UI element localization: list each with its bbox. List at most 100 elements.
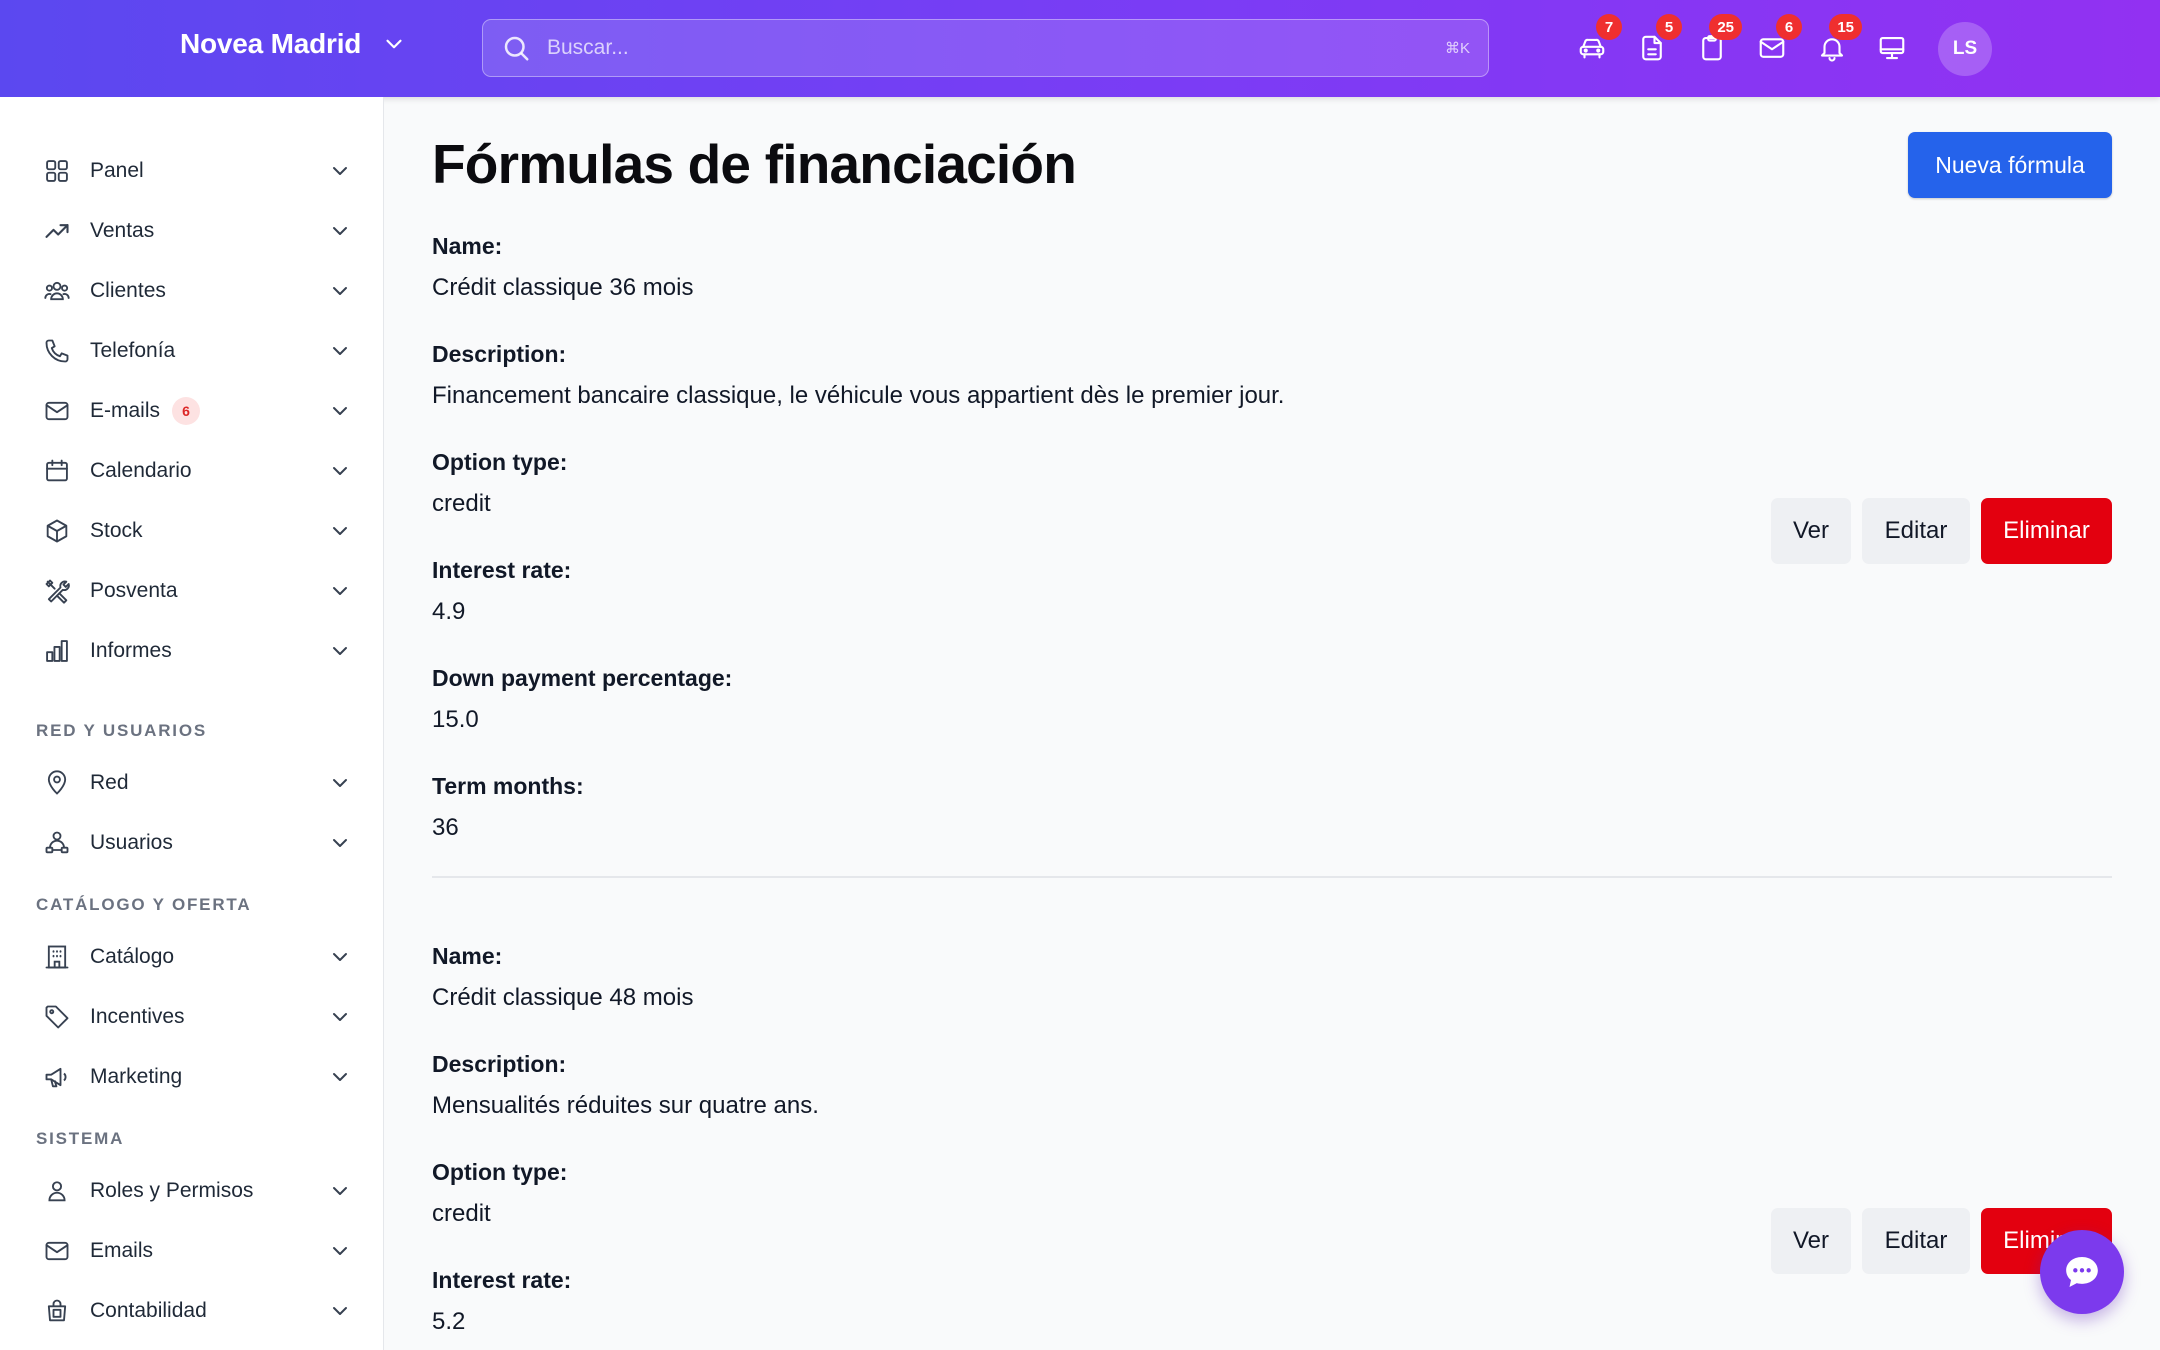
chevron-down-icon: [333, 779, 347, 787]
sidebar-item-informes[interactable]: Informes: [28, 623, 358, 679]
chevron-down-icon: [333, 467, 347, 475]
tag-icon: [42, 1002, 72, 1032]
chevron-down-icon: [333, 167, 347, 175]
delete-button[interactable]: Eliminar: [1981, 498, 2112, 564]
sidebar-item-emails[interactable]: E-mails 6: [28, 383, 358, 439]
display-button[interactable]: [1872, 28, 1912, 68]
documents-button[interactable]: 5: [1632, 14, 1682, 68]
sidebar-item-ventas[interactable]: Ventas: [28, 203, 358, 259]
sidebar-item-label: Usuarios: [90, 831, 173, 854]
field-value-description: Financement bancaire classique, le véhic…: [432, 382, 1285, 409]
sidebar-item-calendario[interactable]: Calendario: [28, 443, 358, 499]
field-value-term-months: 36: [432, 814, 459, 841]
box-icon: [42, 516, 72, 546]
chevron-down-icon: [333, 347, 347, 355]
sidebar: Panel Ventas Clientes Telefonía E-mails …: [0, 97, 384, 1350]
field-value-down-payment: 15.0: [432, 706, 479, 733]
sidebar-item-emails-system[interactable]: Emails: [28, 1223, 358, 1279]
sidebar-item-red[interactable]: Red: [28, 755, 358, 811]
sidebar-item-label: Incentives: [90, 1005, 185, 1028]
view-button[interactable]: Ver: [1771, 1208, 1851, 1274]
sidebar-item-contabilidad[interactable]: Contabilidad: [28, 1283, 358, 1339]
sidebar-item-label: Clientes: [90, 279, 166, 302]
calendar-icon: [42, 456, 72, 486]
notification-badge: 5: [1656, 14, 1682, 40]
field-label-name: Name:: [432, 943, 503, 969]
calculator-bag-icon: [42, 1296, 72, 1326]
sidebar-item-telefonia[interactable]: Telefonía: [28, 323, 358, 379]
sidebar-item-roles[interactable]: Roles y Permisos: [28, 1163, 358, 1219]
field-label-option-type: Option type:: [432, 1159, 568, 1185]
sidebar-item-panel[interactable]: Panel: [28, 143, 358, 199]
avatar[interactable]: LS: [1938, 22, 1992, 76]
section-title: CATÁLOGO Y OFERTA: [36, 895, 252, 914]
section-title: RED Y USUARIOS: [36, 721, 207, 740]
chat-bubble-icon: [2066, 1257, 2098, 1287]
chevron-down-icon: [333, 527, 347, 535]
sidebar-item-marketing[interactable]: Marketing: [28, 1049, 358, 1105]
notification-badge: 7: [1596, 14, 1622, 40]
field-label-interest-rate: Interest rate:: [432, 1267, 572, 1293]
sidebar-item-posventa[interactable]: Posventa: [28, 563, 358, 619]
sidebar-item-stock[interactable]: Stock: [28, 503, 358, 559]
sidebar-item-incentives[interactable]: Incentives: [28, 989, 358, 1045]
sidebar-item-label: Contabilidad: [90, 1299, 207, 1322]
edit-button[interactable]: Editar: [1862, 1208, 1970, 1274]
mail-icon: [42, 1236, 72, 1266]
chevron-down-icon: [333, 1307, 347, 1315]
workspace-switcher[interactable]: Novea Madrid: [180, 28, 407, 60]
sidebar-item-label: Panel: [90, 159, 144, 182]
top-header: Novea Madrid ⌘K 7 5 25 6 15 LS: [0, 0, 2160, 97]
chevron-down-icon: [333, 953, 347, 961]
sidebar-item-clientes[interactable]: Clientes: [28, 263, 358, 319]
sidebar-item-label: Stock: [90, 519, 143, 542]
edit-button[interactable]: Editar: [1862, 498, 1970, 564]
sidebar-item-label: Catálogo: [90, 945, 175, 968]
sidebar-item-label: Emails: [90, 1239, 154, 1262]
record-divider: [432, 876, 2112, 878]
field-value-interest-rate: 4.9: [432, 598, 466, 625]
view-button[interactable]: Ver: [1771, 498, 1851, 564]
chevron-down-icon: [333, 227, 347, 235]
notifications-button[interactable]: 15: [1812, 14, 1862, 68]
chevron-down-icon: [386, 39, 402, 49]
field-label-down-payment: Down payment percentage:: [432, 665, 733, 691]
mail-icon: [42, 396, 72, 426]
map-pin-icon: [42, 768, 72, 798]
field-value-name: Crédit classique 48 mois: [432, 984, 694, 1011]
field-value-interest-rate: 5.2: [432, 1308, 466, 1335]
user-network-icon: [42, 828, 72, 858]
sidebar-item-label: E-mails: [90, 399, 161, 422]
sidebar-item-label: Posventa: [90, 579, 178, 602]
sidebar-item-label: Red: [90, 771, 129, 794]
users-icon: [42, 276, 72, 306]
field-label-description: Description:: [432, 1051, 567, 1077]
field-label-option-type: Option type:: [432, 449, 568, 475]
car-button[interactable]: 7: [1572, 14, 1622, 68]
new-formula-button[interactable]: Nueva fórmula: [1908, 132, 2112, 198]
search-bar[interactable]: ⌘K: [482, 19, 1489, 77]
chevron-down-icon: [333, 1187, 347, 1195]
chat-button[interactable]: [2040, 1230, 2124, 1314]
field-label-description: Description:: [432, 341, 567, 367]
notification-badge: 15: [1829, 14, 1862, 40]
sidebar-item-label: Informes: [90, 639, 172, 662]
page-title: Fórmulas de financiación: [432, 133, 1077, 195]
sidebar-item-catalogo[interactable]: Catálogo: [28, 929, 358, 985]
sidebar-item-label: Telefonía: [90, 339, 176, 362]
chevron-down-icon: [333, 407, 347, 415]
sidebar-item-label: Calendario: [90, 459, 192, 482]
bar-chart-icon: [42, 636, 72, 666]
field-label-interest-rate: Interest rate:: [432, 557, 572, 583]
sidebar-item-label: Roles y Permisos: [90, 1179, 254, 1202]
search-input[interactable]: [547, 36, 1445, 60]
mail-button[interactable]: 6: [1752, 14, 1802, 68]
tasks-button[interactable]: 25: [1692, 14, 1742, 68]
brand-name: Novea Madrid: [180, 28, 362, 59]
search-icon: [504, 36, 529, 61]
notification-badge: 25: [1709, 14, 1742, 40]
field-value-option-type: credit: [432, 490, 491, 517]
sidebar-item-usuarios[interactable]: Usuarios: [28, 815, 358, 871]
field-value-option-type: credit: [432, 1200, 491, 1227]
sidebar-item-label: Marketing: [90, 1065, 183, 1088]
